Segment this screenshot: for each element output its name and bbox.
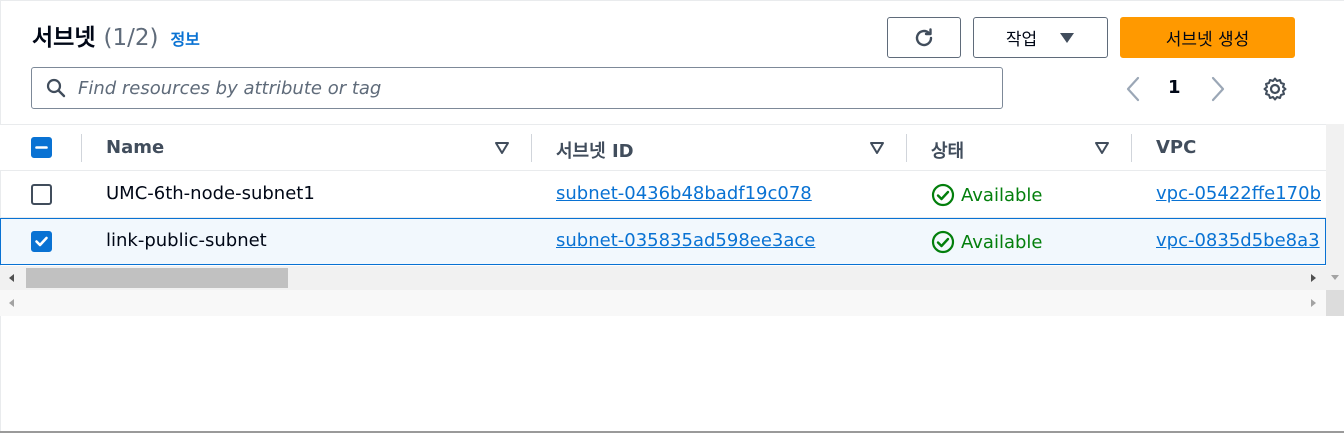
actions-label: 작업 — [1005, 30, 1038, 50]
column-resizer[interactable] — [1131, 134, 1132, 162]
scroll-right-arrow[interactable] — [1311, 274, 1316, 282]
sort-down-icon[interactable] — [494, 141, 510, 155]
column-header-vpc[interactable]: VPC — [1156, 137, 1196, 158]
create-subnet-button[interactable]: 서브넷 생성 — [1120, 17, 1295, 58]
actions-dropdown-button[interactable]: 작업 — [973, 17, 1108, 58]
preferences-button[interactable] — [1262, 76, 1288, 106]
gear-icon — [1263, 77, 1287, 101]
refresh-button[interactable] — [887, 17, 961, 58]
row-checkbox[interactable] — [31, 184, 52, 205]
table-row[interactable]: UMC-6th-node-subnet1 subnet-0436b48badf1… — [0, 171, 1326, 218]
column-separator — [81, 134, 82, 162]
row-checkbox[interactable] — [31, 231, 52, 252]
search-field[interactable] — [31, 67, 1003, 109]
status-indicator: Available — [931, 230, 1042, 254]
refresh-icon — [915, 27, 933, 46]
previous-page-button[interactable] — [1124, 76, 1144, 106]
outer-horizontal-scrollbar[interactable] — [0, 290, 1326, 316]
status-text: Available — [961, 231, 1043, 253]
column-resizer[interactable] — [906, 134, 907, 162]
vpc-id-link[interactable]: vpc-05422ffe170b — [1156, 183, 1326, 204]
search-icon — [46, 78, 66, 98]
status-text: Available — [961, 184, 1043, 206]
subnet-name: UMC-6th-node-subnet1 — [106, 183, 315, 204]
subnet-name: link-public-subnet — [106, 230, 267, 251]
page-header: 서브넷 (1/2) 정보 — [32, 18, 200, 52]
column-header-name[interactable]: Name — [106, 137, 164, 158]
check-circle-icon — [931, 230, 955, 254]
column-header-subnet-id[interactable]: 서브넷 ID — [556, 137, 634, 163]
scroll-right-arrow[interactable] — [1311, 299, 1316, 307]
status-indicator: Available — [931, 183, 1042, 207]
page-top-border — [0, 0, 1344, 1]
info-link[interactable]: 정보 — [170, 26, 199, 50]
table-header-row: Name 서브넷 ID 상태 VPC — [0, 124, 1326, 171]
caret-down-icon — [1060, 32, 1075, 43]
current-page-number[interactable]: 1 — [1168, 77, 1181, 98]
scroll-left-arrow[interactable] — [9, 274, 14, 282]
table-row-selected[interactable]: link-public-subnet subnet-035835ad598ee3… — [0, 218, 1326, 265]
minus-icon — [35, 146, 48, 149]
search-input[interactable] — [78, 77, 958, 99]
vpc-id-link[interactable]: vpc-0835d5be8a3 — [1156, 230, 1325, 251]
column-resizer[interactable] — [531, 134, 532, 162]
selection-count: (1/2) — [103, 25, 159, 51]
subnet-id-link[interactable]: subnet-0436b48badf19c078 — [556, 183, 812, 204]
page-title: 서브넷 — [32, 25, 96, 51]
check-circle-icon — [931, 183, 955, 207]
sort-down-icon[interactable] — [869, 141, 885, 155]
next-page-button[interactable] — [1207, 76, 1227, 106]
checkmark-icon — [35, 236, 48, 247]
create-subnet-label: 서브넷 생성 — [1165, 30, 1250, 50]
chevron-right-icon — [1211, 76, 1225, 102]
select-all-checkbox[interactable] — [31, 137, 52, 158]
column-header-status[interactable]: 상태 — [931, 137, 964, 163]
vertical-scrollbar-lower[interactable] — [1326, 290, 1344, 316]
sort-down-icon[interactable] — [1094, 141, 1110, 155]
vertical-scrollbar[interactable] — [1326, 124, 1344, 316]
subnet-id-link[interactable]: subnet-035835ad598ee3ace — [556, 230, 815, 251]
scroll-down-arrow[interactable] — [1331, 275, 1339, 280]
chevron-left-icon — [1126, 76, 1140, 102]
horizontal-scrollbar-thumb[interactable] — [26, 268, 288, 288]
scroll-left-arrow[interactable] — [9, 299, 14, 307]
